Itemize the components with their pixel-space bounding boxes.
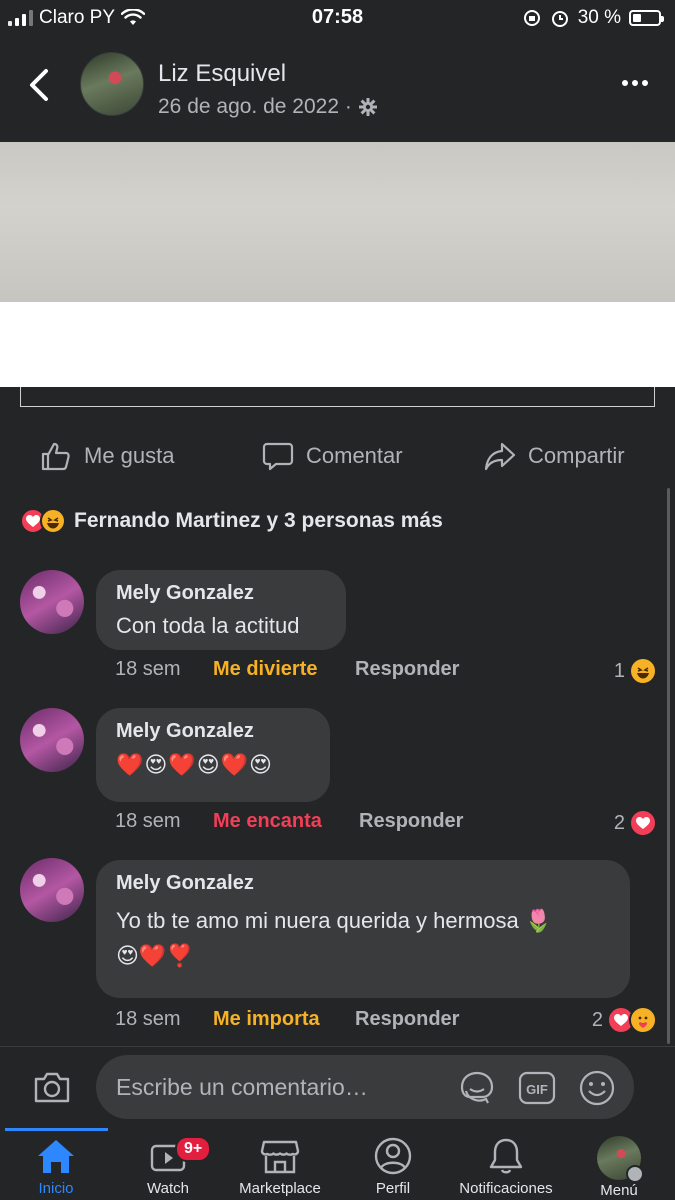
back-arrow-icon[interactable] [26, 68, 52, 102]
home-icon [38, 1140, 74, 1173]
comment-text: Yo tb te amo mi nuera querida y hermosa … [116, 908, 553, 933]
tab-profile[interactable]: Perfil [338, 1136, 448, 1197]
status-bar: Claro PY 07:58 30 % [0, 0, 675, 38]
tab-home[interactable]: Inicio [1, 1136, 111, 1197]
comment-reaction-count[interactable]: 1 [614, 657, 657, 685]
tab-menu-label: Menú [600, 1182, 638, 1199]
tab-notifications[interactable]: Notificaciones [450, 1136, 562, 1197]
comment-meta: 18 sem Me encanta Responder [115, 810, 463, 833]
post-image[interactable] [0, 142, 675, 302]
comment-reaction-count[interactable]: 2 [592, 1006, 657, 1034]
comment-author[interactable]: Mely Gonzalez [116, 720, 310, 743]
haha-icon [629, 657, 657, 685]
author-avatar[interactable] [80, 52, 144, 116]
commenter-avatar[interactable] [20, 708, 84, 772]
battery-icon [629, 10, 664, 26]
author-name[interactable]: Liz Esquivel [158, 60, 286, 88]
comment-time: 18 sem [115, 658, 181, 680]
thumbs-up-icon [41, 442, 70, 471]
comment-reaction-count[interactable]: 2 [614, 809, 657, 837]
svg-text:GIF: GIF [526, 1082, 548, 1097]
tab-home-label: Inicio [38, 1180, 74, 1197]
tab-marketplace-label: Marketplace [239, 1180, 321, 1197]
alarm-icon [551, 11, 568, 27]
comment-button[interactable]: Comentar [262, 440, 403, 472]
reaction-count: 2 [613, 811, 625, 834]
comment-text: Con toda la actitud [116, 613, 300, 638]
comment-input-placeholder: Escribe un comentario… [116, 1074, 368, 1100]
comment-bubble[interactable]: Mely Gonzalez Con toda la actitud [96, 570, 346, 650]
reply-button[interactable]: Responder [359, 810, 463, 833]
tab-watch[interactable]: 9+ Watch [113, 1136, 223, 1197]
heart-icon [629, 809, 657, 837]
commenter-avatar[interactable] [20, 570, 84, 634]
comment-text-line2: 😍❤️❣️ [116, 943, 194, 969]
camera-icon[interactable] [32, 1067, 72, 1107]
gif-icon[interactable]: GIF [518, 1069, 556, 1107]
haha-icon [40, 508, 66, 534]
profile-icon [374, 1137, 412, 1175]
comment-time: 18 sem [115, 1008, 181, 1030]
active-tab-indicator [5, 1128, 108, 1131]
comment-meta: 18 sem Me divierte Responder [115, 658, 459, 681]
reply-button[interactable]: Responder [355, 658, 459, 681]
comment-reaction-button[interactable]: Me importa [213, 1008, 355, 1031]
share-label: Compartir [528, 443, 625, 468]
reply-button[interactable]: Responder [355, 1008, 459, 1031]
comment-meta: 18 sem Me importa Responder [115, 1008, 459, 1031]
like-button[interactable]: Me gusta [40, 440, 175, 472]
comment-composer: Escribe un comentario… GIF [0, 1046, 675, 1128]
sticker-icon[interactable] [458, 1069, 496, 1107]
share-button[interactable]: Compartir [484, 440, 625, 472]
tab-watch-label: Watch [147, 1180, 189, 1197]
image-frame [20, 387, 655, 407]
reactions-summary[interactable]: Fernando Martinez y 3 personas más [20, 508, 443, 534]
menu-icon [626, 1165, 644, 1183]
comment-author[interactable]: Mely Gonzalez [116, 582, 326, 605]
bottom-nav: Inicio 9+ Watch Marketplace Perfil Notif… [0, 1128, 675, 1200]
tab-menu[interactable]: Menú [564, 1136, 674, 1199]
watch-badge: 9+ [175, 1136, 212, 1162]
post-image-background [0, 302, 675, 387]
reactions-text: Fernando Martinez y 3 personas más [74, 509, 443, 532]
tab-marketplace[interactable]: Marketplace [225, 1136, 335, 1197]
menu-avatar [597, 1136, 644, 1183]
scrollbar[interactable] [667, 488, 670, 1044]
like-label: Me gusta [84, 443, 175, 468]
comment-time: 18 sem [115, 810, 181, 832]
comment-bubble[interactable]: Mely Gonzalez Yo tb te amo mi nuera quer… [96, 860, 630, 998]
post-date-text: 26 de ago. de 2022 · [158, 95, 352, 118]
tab-profile-label: Perfil [375, 1180, 411, 1197]
emoji-icon[interactable] [578, 1069, 616, 1107]
comment-reaction-button[interactable]: Me encanta [213, 810, 359, 833]
comment-icon [262, 442, 294, 471]
comment-bubble[interactable]: Mely Gonzalez ❤️😍❤️😍❤️😍 [96, 708, 330, 802]
comment-author[interactable]: Mely Gonzalez [116, 872, 610, 895]
reaction-count: 2 [591, 1008, 603, 1031]
battery-label: 30 % [577, 7, 621, 28]
privacy-gear-icon [358, 98, 377, 116]
post-date: 26 de ago. de 2022 · [158, 95, 378, 119]
comment-text: ❤️😍❤️😍❤️😍 [116, 752, 273, 777]
marketplace-icon [260, 1140, 300, 1174]
comment-label: Comentar [306, 443, 403, 468]
rotation-lock-icon [523, 10, 540, 26]
comment-input[interactable]: Escribe un comentario… GIF [96, 1055, 634, 1119]
care-icon [629, 1006, 657, 1034]
share-icon [484, 442, 516, 471]
post-actions: Me gusta Comentar Compartir [0, 430, 675, 486]
more-options-icon[interactable] [621, 76, 649, 90]
bell-icon [489, 1138, 523, 1174]
comment-reaction-button[interactable]: Me divierte [213, 658, 355, 681]
commenter-avatar[interactable] [20, 858, 84, 922]
post-header: Liz Esquivel 26 de ago. de 2022 · [0, 38, 675, 142]
reaction-count: 1 [613, 659, 625, 682]
tab-notifications-label: Notificaciones [459, 1180, 553, 1197]
